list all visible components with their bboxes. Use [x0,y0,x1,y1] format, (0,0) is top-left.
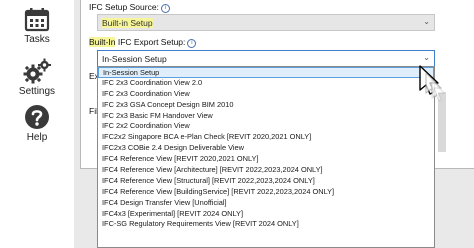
export-setup-dropdown-list[interactable]: In-Session Setup IFC 2x3 Coordination Vi… [97,66,435,248]
gears-icon [23,58,51,84]
dropdown-option[interactable]: IFC 2x3 Basic FM Handover View [98,111,434,122]
dropdown-option[interactable]: IFC2x3 COBie 2.4 Design Deliverable View [98,143,434,154]
dropdown-option[interactable]: IFC4 Design Transfer View [Unofficial] [98,198,434,209]
sidebar-item-help[interactable]: Help [0,104,74,143]
dropdown-option[interactable]: IFC 2x2 Coordination View [98,121,434,132]
dropdown-option[interactable]: IFC4 Reference View [BuildingService] [R… [98,187,434,198]
dropdown-option[interactable]: IFC4 Reference View [REVIT 2020,2021 ONL… [98,154,434,165]
setup-source-value: Built-in Setup [102,18,153,28]
dropdown-option[interactable]: IFC-SG Regulatory Requirements View [REV… [98,219,434,230]
dropdown-option[interactable]: IFC4 Reference View [Structural] [REVIT … [98,176,434,187]
dropdown-option[interactable]: IFC4 Reference View [Architecture] [REVI… [98,165,434,176]
info-icon[interactable]: i [160,4,170,13]
left-nav: Tasks Settings Help [0,0,74,248]
setup-source-select[interactable]: Built-in Setup ⌄ [97,14,435,31]
sidebar-item-label: Help [26,132,48,143]
tasks-icon [24,8,50,32]
sidebar-item-tasks[interactable]: Tasks [0,8,74,45]
export-setup-select[interactable]: In-Session Setup ⌄ [97,50,435,67]
sidebar-item-settings[interactable]: Settings [0,58,74,97]
dropdown-option[interactable]: In-Session Setup [98,67,434,78]
sidebar-item-label: Tasks [24,34,50,45]
help-icon [25,105,49,129]
dropdown-option[interactable]: IFC4x3 [Experimental] [REVIT 2024 ONLY] [98,209,434,220]
info-icon[interactable]: i [187,39,197,48]
dropdown-option[interactable]: IFC2x2 Singapore BCA e-Plan Check [REVIT… [98,132,434,143]
chevron-down-icon: ⌄ [423,17,430,26]
export-setup-value: In-Session Setup [102,54,167,64]
dropdown-option[interactable]: IFC 2x3 GSA Concept Design BIM 2010 [98,100,434,111]
sidebar-item-label: Settings [18,86,56,97]
mouse-cursor-icon [419,65,446,102]
export-setup-label: Built-In IFC Export Setup: i [89,37,197,48]
dropdown-option[interactable]: IFC 2x3 Coordination View 2.0 [98,78,434,89]
setup-source-label: IFC Setup Source: i [89,2,170,13]
dropdown-option[interactable]: IFC 2x3 Coordination View [98,89,434,100]
